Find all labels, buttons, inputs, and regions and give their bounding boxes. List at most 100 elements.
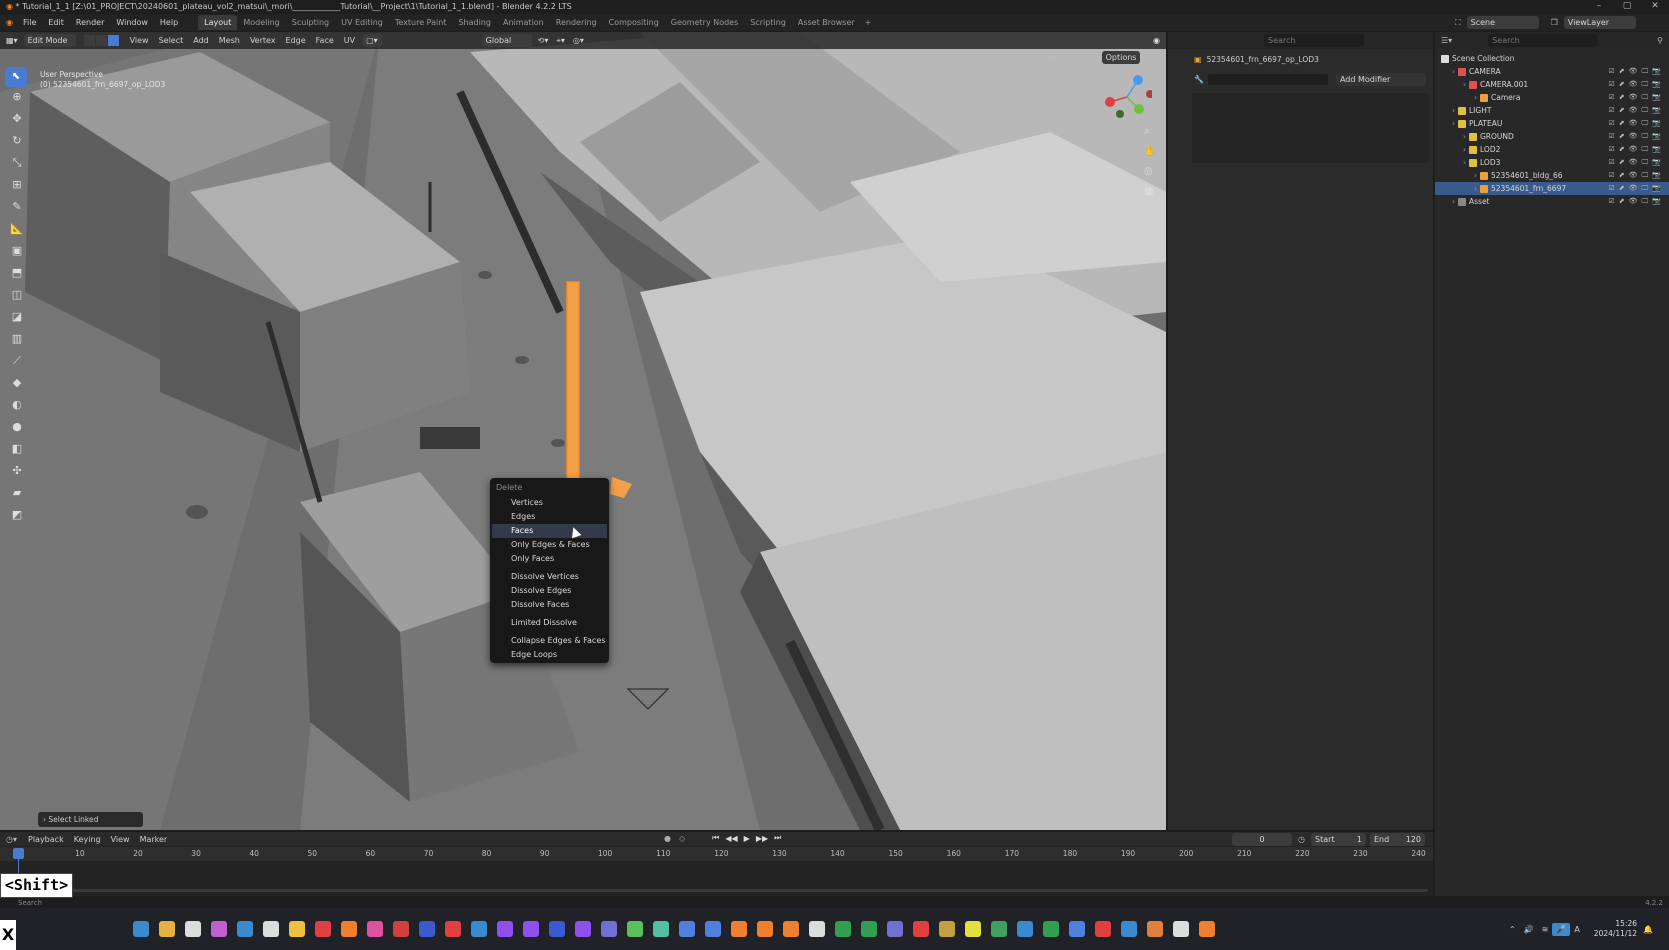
menu-item-edges[interactable]: Edges <box>490 510 609 524</box>
taskbar-app-icon[interactable] <box>1199 921 1215 937</box>
visibility-toggles-icon[interactable]: ☑⬈👁🖵📷 <box>1609 65 1666 78</box>
snap-icon[interactable]: ⌖▾ <box>552 36 569 46</box>
menu-item-limited-dissolve[interactable]: Limited Dissolve <box>490 616 609 630</box>
annotate-tool-icon[interactable]: ✎ <box>5 200 29 222</box>
menu-render[interactable]: Render <box>70 14 110 31</box>
extrude-tool-icon[interactable]: ⬒ <box>5 266 29 288</box>
tab-compositing[interactable]: Compositing <box>603 15 665 30</box>
visibility-toggles-icon[interactable]: ☑⬈👁🖵📷 <box>1609 91 1666 104</box>
expand-arrow-icon[interactable]: › <box>1463 132 1466 141</box>
viewport-menu-edge[interactable]: Edge <box>281 36 311 45</box>
viewport-menu-add[interactable]: Add <box>188 36 214 45</box>
taskbar-app-icon[interactable] <box>211 921 227 937</box>
overlay-toggle[interactable]: ▢▾ <box>362 34 382 47</box>
menu-item-dissolve-edges[interactable]: Dissolve Edges <box>490 584 609 598</box>
3d-viewport[interactable]: User Perspective (0) 52354601_frn_6697_o… <box>0 32 1166 830</box>
taskbar-app-icon[interactable] <box>315 921 331 937</box>
viewport-shading-solid-icon[interactable]: ◉ <box>1153 36 1160 45</box>
axis-z[interactable]: Z <box>1082 53 1093 62</box>
smooth-tool-icon[interactable]: ● <box>5 420 29 442</box>
shear-tool-icon[interactable]: ▰ <box>5 486 29 508</box>
taskbar-app-icon[interactable] <box>263 921 279 937</box>
transform-orientation-selector[interactable]: Global <box>481 34 532 47</box>
tab-asset-browser[interactable]: Asset Browser <box>792 15 861 30</box>
editor-type-icon[interactable]: ▦▾ <box>0 36 22 45</box>
move-tool-icon[interactable]: ✥ <box>5 112 29 134</box>
outliner-row[interactable]: › 52354601_frn_6697 ☑⬈👁🖵📷 <box>1435 182 1669 195</box>
visibility-toggles-icon[interactable]: ☑⬈👁🖵📷 <box>1609 78 1666 91</box>
pan-hand-icon[interactable]: ✋ <box>1144 146 1158 166</box>
taskbar-app-icon[interactable] <box>861 921 877 937</box>
viewport-menu-vertex[interactable]: Vertex <box>245 36 281 45</box>
timeline-menu-marker[interactable]: Marker <box>135 835 173 844</box>
outliner-row[interactable]: › CAMERA ☑⬈👁🖵📷 <box>1435 65 1669 78</box>
menu-item-only-edges-faces[interactable]: Only Edges & Faces <box>490 538 609 552</box>
taskbar-app-icon[interactable] <box>1017 921 1033 937</box>
expand-arrow-icon[interactable]: › <box>1463 145 1466 154</box>
taskbar-app-icon[interactable] <box>185 921 201 937</box>
expand-arrow-icon[interactable]: › <box>1474 184 1477 193</box>
taskbar-app-icon[interactable] <box>393 921 409 937</box>
outliner-row[interactable]: › Camera ☑⬈👁🖵📷 <box>1435 91 1669 104</box>
jump-start-icon[interactable]: ⏮ <box>709 833 722 843</box>
taskbar-app-icon[interactable] <box>991 921 1007 937</box>
tab-geometry-nodes[interactable]: Geometry Nodes <box>665 15 744 30</box>
expand-arrow-icon[interactable]: › <box>1452 197 1455 206</box>
shrink-tool-icon[interactable]: ✣ <box>5 464 29 486</box>
scene-selector[interactable]: Scene <box>1466 16 1539 29</box>
inset-tool-icon[interactable]: ◫ <box>5 288 29 310</box>
tab-layout[interactable]: Layout <box>198 15 238 30</box>
tab-scripting[interactable]: Scripting <box>744 15 792 30</box>
menu-help[interactable]: Help <box>154 14 184 31</box>
taskbar-app-icon[interactable] <box>809 921 825 937</box>
taskbar-app-icon[interactable] <box>1147 921 1163 937</box>
prev-key-icon[interactable]: ◀◀ <box>722 834 740 843</box>
play-icon[interactable]: ▶ <box>741 834 753 843</box>
select-mode-edge-icon[interactable] <box>95 35 107 46</box>
proportional-edit-icon[interactable]: ◎▾ <box>569 36 588 45</box>
timeline-scrollbar[interactable] <box>4 889 1428 892</box>
maximize-button[interactable]: ▢ <box>1613 0 1641 13</box>
options-dropdown[interactable]: Options <box>1101 51 1141 64</box>
axis-y[interactable]: Y <box>1071 53 1082 62</box>
viewport-menu-mesh[interactable]: Mesh <box>214 36 245 45</box>
expand-arrow-icon[interactable]: › <box>1463 158 1466 167</box>
menu-file[interactable]: File <box>17 14 42 31</box>
blender-menu-icon[interactable]: ◉ <box>0 18 17 27</box>
menu-item-only-faces[interactable]: Only Faces <box>490 552 609 566</box>
menu-item-faces[interactable]: Faces <box>492 524 607 538</box>
expand-arrow-icon[interactable]: › <box>1452 67 1455 76</box>
speaker-icon[interactable]: 🔊 <box>1520 925 1538 934</box>
taskbar-app-icon[interactable] <box>367 921 383 937</box>
taskbar-app-icon[interactable] <box>1095 921 1111 937</box>
close-window-button[interactable]: ✕ <box>1641 0 1669 13</box>
taskbar-app-icon[interactable] <box>237 921 253 937</box>
visibility-toggles-icon[interactable]: ☑⬈👁🖵📷 <box>1609 182 1666 195</box>
visibility-toggles-icon[interactable]: ☑⬈👁🖵📷 <box>1609 156 1666 169</box>
taskbar-app-icon[interactable] <box>601 921 617 937</box>
navigation-gizmo[interactable] <box>1102 72 1154 122</box>
taskbar-app-icon[interactable] <box>1069 921 1085 937</box>
timeline-menu-view[interactable]: View <box>106 835 135 844</box>
select-mode-face-icon[interactable] <box>107 35 119 46</box>
wifi-icon[interactable]: ≋ <box>1538 925 1553 934</box>
taskbar-app-icon[interactable] <box>341 921 357 937</box>
tab-texture-paint[interactable]: Texture Paint <box>389 15 453 30</box>
taskbar-app-icon[interactable] <box>653 921 669 937</box>
tab-animation[interactable]: Animation <box>497 15 550 30</box>
current-frame-field[interactable]: 0 <box>1232 833 1292 846</box>
taskbar-app-icon[interactable] <box>523 921 539 937</box>
last-operator-panel[interactable]: › Select Linked <box>38 812 143 827</box>
taskbar-app-icon[interactable] <box>497 921 513 937</box>
mode-selector[interactable]: Edit Mode <box>23 34 76 47</box>
camera-view-icon[interactable]: ◎ <box>1144 166 1158 186</box>
edge-slide-tool-icon[interactable]: ◧ <box>5 442 29 464</box>
tab-rendering[interactable]: Rendering <box>550 15 603 30</box>
taskbar-app-icon[interactable] <box>679 921 695 937</box>
viewport-menu-select[interactable]: Select <box>154 36 189 45</box>
frame-end-field[interactable]: End 120 <box>1369 833 1425 846</box>
tab-shading[interactable]: Shading <box>452 15 497 30</box>
outliner-type-icon[interactable]: ☰▾ <box>1435 36 1458 45</box>
visibility-toggles-icon[interactable]: ☑⬈👁🖵📷 <box>1609 169 1666 182</box>
keyframe-icon[interactable]: ◇ <box>675 834 689 843</box>
